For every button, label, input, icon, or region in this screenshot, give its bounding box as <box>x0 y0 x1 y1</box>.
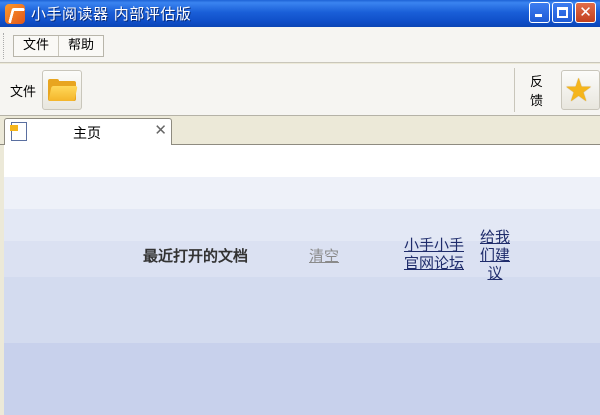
bg-band <box>4 145 600 177</box>
feedback-button[interactable]: ★ <box>561 70 600 110</box>
recent-docs-label: 最近打开的文档 <box>143 247 249 265</box>
menu-item-help[interactable]: 帮助 <box>59 36 103 56</box>
page-icon <box>10 122 27 141</box>
window-controls: ✕ <box>529 2 596 23</box>
tab-strip: 主页 ✕ <box>0 116 600 146</box>
menu-item-file[interactable]: 文件 <box>14 36 60 56</box>
minimize-icon <box>535 14 542 17</box>
bg-band <box>4 343 600 415</box>
maximize-button[interactable] <box>552 2 573 23</box>
app-logo-icon <box>5 3 25 24</box>
forum-link[interactable]: 小手小手官网论坛 <box>400 236 468 272</box>
home-page: 最近打开的文档 清空 小手小手官网论坛 给我们建议 <box>4 145 600 415</box>
window-title: 小手阅读器 内部评估版 <box>31 5 192 23</box>
bg-band <box>4 177 600 209</box>
toolbar-separator <box>514 68 515 112</box>
toolbar-file-label: 文件 <box>10 84 37 100</box>
star-icon: ★ <box>564 71 593 109</box>
open-file-button[interactable] <box>42 70 83 110</box>
tab-close-icon[interactable]: ✕ <box>154 121 167 139</box>
toolbar-file-group: 文件 <box>10 70 83 110</box>
maximize-icon <box>557 7 568 18</box>
tab-home-label: 主页 <box>73 126 101 142</box>
title-bar[interactable]: 小手阅读器 内部评估版 ✕ <box>0 0 600 27</box>
toolbar-feedback-group: 反馈 ★ <box>530 70 600 110</box>
minimize-button[interactable] <box>529 2 550 23</box>
clear-recent-link[interactable]: 清空 <box>309 245 339 266</box>
suggest-link[interactable]: 给我们建议 <box>476 228 514 282</box>
bg-band <box>4 277 600 343</box>
close-button[interactable]: ✕ <box>575 2 596 23</box>
toolbar: 文件 反馈 ★ <box>0 64 600 116</box>
menu-bar: 文件 帮助 <box>0 27 600 63</box>
tab-home[interactable]: 主页 ✕ <box>4 118 172 146</box>
menu-group: 文件 帮助 <box>13 35 105 57</box>
close-icon: ✕ <box>579 3 592 21</box>
menu-grip[interactable] <box>3 33 6 59</box>
folder-open-icon <box>48 79 78 101</box>
toolbar-feedback-label: 反馈 <box>530 75 544 109</box>
